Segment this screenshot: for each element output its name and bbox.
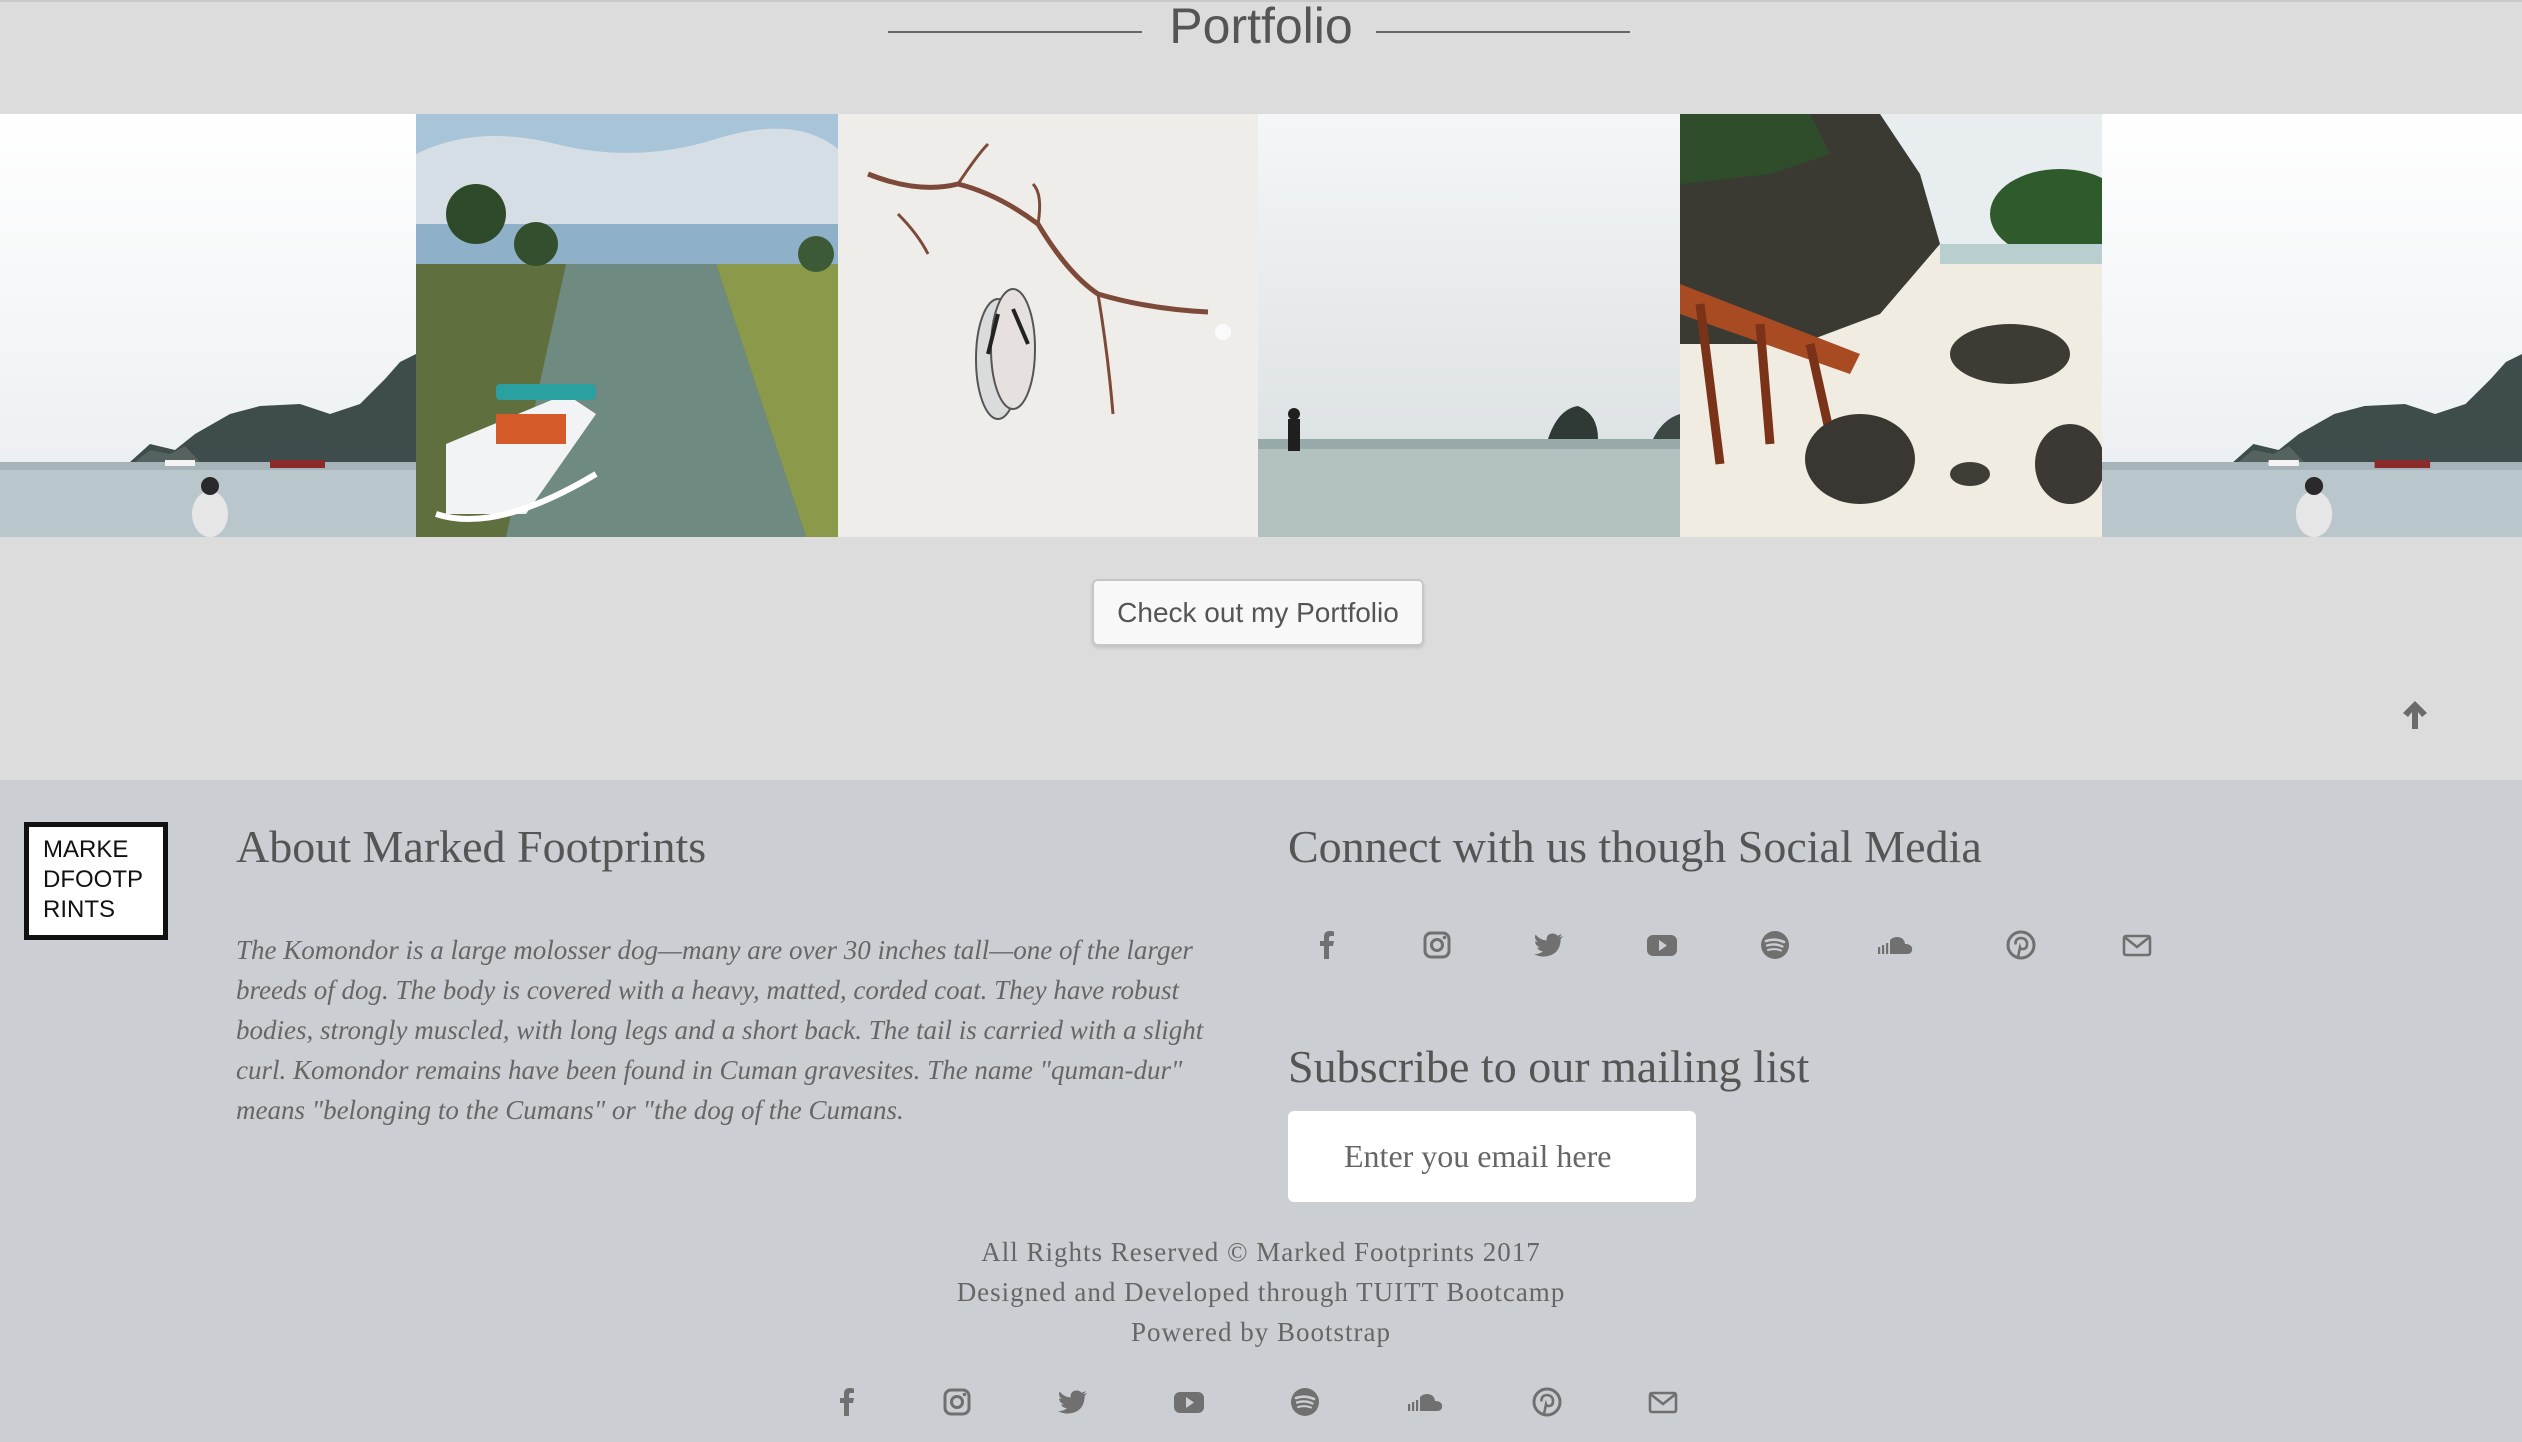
portfolio-title-row: Portfolio (0, 0, 2522, 62)
facebook-icon[interactable] (830, 1385, 864, 1419)
social-icons-bottom (830, 1385, 1710, 1425)
envelope-icon[interactable] (2120, 928, 2154, 962)
subscribe-heading: Subscribe to our mailing list (1288, 1041, 1810, 1092)
pinterest-icon[interactable] (2004, 928, 2038, 962)
arrow-up-icon[interactable] (2400, 697, 2430, 733)
social-icons-top (1300, 928, 2240, 978)
site-footer: MARKE DFOOTP RINTS About Marked Footprin… (0, 780, 2522, 1442)
portfolio-title: Portfolio (1169, 0, 1353, 54)
logo-text: MARKE DFOOTP RINTS (43, 836, 143, 923)
check-out-portfolio-button[interactable]: Check out my Portfolio (1092, 579, 1424, 646)
facebook-icon[interactable] (1310, 928, 1344, 962)
site-logo[interactable]: MARKE DFOOTP RINTS (24, 822, 168, 940)
spotify-icon[interactable] (1758, 928, 1792, 962)
youtube-icon[interactable] (1645, 928, 1679, 962)
pinterest-icon[interactable] (1530, 1385, 1564, 1419)
envelope-icon[interactable] (1646, 1385, 1680, 1419)
photo-person-watching-sea-islands-repeat[interactable] (2102, 114, 2522, 537)
photo-person-wading-in-sea[interactable] (1258, 114, 1680, 537)
email-input[interactable] (1288, 1111, 1696, 1202)
title-divider-right (1376, 31, 1630, 33)
photo-rocky-beach-with-wreck[interactable] (1680, 114, 2102, 537)
soundcloud-icon[interactable] (1404, 1385, 1446, 1419)
social-heading: Connect with us though Social Media (1288, 821, 1982, 872)
instagram-icon[interactable] (1420, 928, 1454, 962)
soundcloud-icon[interactable] (1874, 928, 1916, 962)
photo-flip-flops-and-branch-on-sand[interactable] (838, 114, 1258, 537)
instagram-icon[interactable] (940, 1385, 974, 1419)
photo-gallery (0, 114, 2522, 537)
powered-by-text: Powered by Bootstrap (1131, 1317, 1391, 1347)
copyright-text: All Rights Reserved © Marked Footprints … (981, 1237, 1541, 1267)
portfolio-section: Portfolio Check out my Portfolio (0, 0, 2522, 780)
photo-person-watching-sea-islands[interactable] (0, 114, 416, 537)
about-heading: About Marked Footprints (236, 821, 707, 872)
credits: All Rights Reserved © Marked Footprints … (0, 1232, 2522, 1352)
youtube-icon[interactable] (1172, 1385, 1206, 1419)
designed-by-text: Designed and Developed through TUITT Boo… (956, 1277, 1566, 1307)
about-text: The Komondor is a large molosser dog—man… (236, 935, 1204, 1125)
twitter-icon[interactable] (1056, 1385, 1090, 1419)
photo-boat-on-river[interactable] (416, 114, 838, 537)
spotify-icon[interactable] (1288, 1385, 1322, 1419)
twitter-icon[interactable] (1532, 928, 1566, 962)
